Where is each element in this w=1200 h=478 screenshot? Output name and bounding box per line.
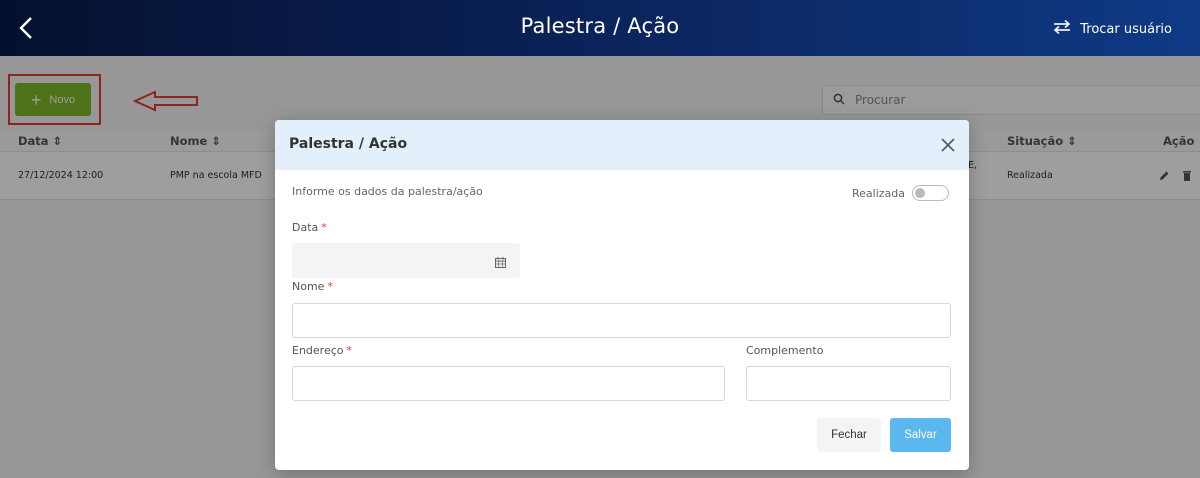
app-header: Palestra / Ação Trocar usuário <box>0 0 1200 56</box>
modal-title: Palestra / Ação <box>289 136 408 152</box>
realizada-toggle[interactable] <box>912 185 950 201</box>
nome-field-label: Nome * <box>292 280 333 293</box>
modal-header: Palestra / Ação <box>275 120 969 170</box>
close-button[interactable]: Fechar <box>817 418 881 452</box>
switch-user-button[interactable]: Trocar usuário <box>1052 19 1172 39</box>
data-field-label: Data * <box>292 221 327 234</box>
swap-arrows-icon <box>1052 19 1072 39</box>
endereco-field-label: Endereço * <box>292 344 352 357</box>
complemento-field[interactable] <box>746 366 951 401</box>
nome-field[interactable] <box>292 303 951 338</box>
toggle-knob <box>915 188 926 198</box>
close-icon[interactable] <box>939 136 957 154</box>
endereco-field[interactable] <box>292 366 725 401</box>
save-button[interactable]: Salvar <box>890 418 951 452</box>
realizada-toggle-group: Realizada <box>852 185 950 201</box>
complemento-field-label: Complemento <box>746 344 824 357</box>
palestra-modal: Palestra / Ação Informe os dados da pale… <box>275 120 969 470</box>
switch-user-label: Trocar usuário <box>1080 21 1172 37</box>
realizada-label: Realizada <box>852 186 906 200</box>
modal-info-text: Informe os dados da palestra/ação <box>292 185 483 198</box>
date-field[interactable] <box>292 243 520 278</box>
calendar-icon[interactable] <box>495 253 506 272</box>
page-title: Palestra / Ação <box>520 14 680 38</box>
